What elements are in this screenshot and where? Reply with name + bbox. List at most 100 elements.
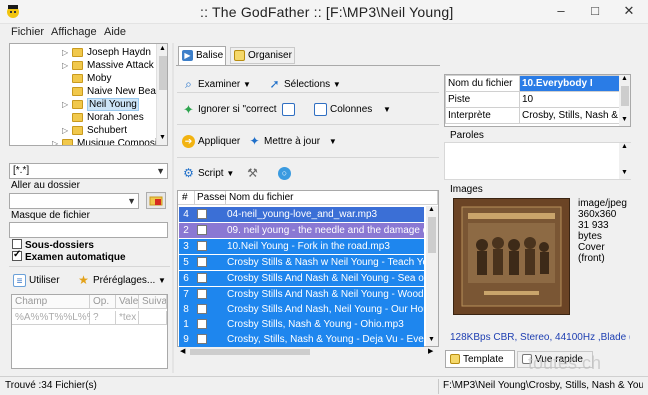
table-row[interactable]: 5 Crosby Stills & Nash w Neil Young - Tea… [179, 255, 424, 270]
table-row[interactable]: 4 04-neil_young-love_and_war.mp3 [179, 207, 424, 222]
scroll-thumb[interactable] [159, 56, 167, 90]
autoexam-checkbox[interactable] [12, 249, 22, 261]
skip-checkbox[interactable] [197, 225, 207, 235]
mask-input[interactable] [9, 222, 168, 238]
rules-cell[interactable]: *tex [116, 311, 139, 325]
presets-button[interactable]: ★ Préréglages... ▼ [77, 271, 166, 291]
columns-button[interactable]: Colonnes ▼ [314, 100, 391, 120]
rules-cell[interactable]: ? [90, 311, 116, 325]
column-header-name[interactable]: Nom du fichier [226, 191, 438, 205]
scroll-thumb[interactable] [428, 217, 436, 253]
document-icon: ≡ [13, 273, 26, 287]
lyrics-box[interactable]: ▲ ▼ [444, 142, 631, 180]
tree-item[interactable]: ▷ Schubert [62, 124, 127, 137]
filter-select[interactable]: [*.*] ▼ [9, 163, 168, 179]
skip-checkbox[interactable] [197, 257, 207, 267]
folder-tree[interactable]: ▷ Joseph Haydn ▷ Massive Attack Moby Naive… [9, 43, 168, 146]
scroll-down-icon[interactable]: ▼ [621, 116, 628, 123]
scroll-down-icon[interactable]: ▼ [159, 134, 166, 141]
tree-item[interactable]: Naive New Beate [72, 85, 164, 98]
browse-folder-button[interactable] [146, 192, 166, 209]
tag-value-filename[interactable]: 10.Everybody I [519, 75, 620, 92]
splitter[interactable] [172, 43, 174, 373]
autoexam-option[interactable]: Examen automatique [12, 249, 126, 263]
goto-input[interactable]: ▼ [9, 193, 139, 209]
tools-button[interactable]: ⚒ [246, 164, 262, 184]
tree-item[interactable]: ▷ Joseph Haydn [62, 46, 151, 59]
table-row[interactable]: 2 09. neil young - the needle and the dam… [179, 223, 424, 238]
dropdown-arrow-icon: ▼ [158, 276, 166, 285]
scroll-right-icon[interactable]: ▶ [428, 347, 433, 355]
lyrics-label: Paroles [450, 130, 484, 141]
mask-label: Masque de fichier [11, 210, 90, 221]
ignore-button[interactable]: ✦ Ignorer si "correct [182, 100, 277, 120]
rules-header-champ[interactable]: Champ [12, 295, 90, 309]
tree-item[interactable]: ▷ Massive Attack [62, 59, 154, 72]
lyrics-scrollbar[interactable]: ▲ ▼ [619, 143, 631, 179]
tree-item[interactable]: ▷ Musique Composition [52, 137, 167, 145]
rules-header-op[interactable]: Op. [90, 295, 116, 309]
menu-affichage[interactable]: Affichage [51, 26, 97, 38]
tag-scrollbar[interactable]: ▲ ▼ [619, 75, 630, 126]
maximize-button[interactable]: □ [578, 0, 612, 22]
scroll-left-icon[interactable]: ◀ [180, 347, 185, 355]
table-row[interactable]: 8 Crosby Stills And Nash, Neil Young - Ou… [179, 302, 424, 317]
expand-arrow-icon[interactable]: ▷ [62, 124, 72, 137]
expand-arrow-icon[interactable]: ▷ [62, 98, 72, 111]
column-header-num[interactable]: # [178, 191, 195, 205]
tree-scrollbar[interactable]: ▲ ▼ [156, 44, 167, 145]
tab-template[interactable]: Template [445, 350, 515, 368]
use-button[interactable]: ≡ Utiliser [13, 271, 60, 291]
menu-aide[interactable]: Aide [104, 26, 126, 38]
table-row[interactable]: 9 Crosby, Stills, Nash & Young - Deja Vu … [179, 332, 424, 347]
list-scrollbar[interactable]: ▲ ▼ [426, 206, 438, 346]
tree-item[interactable]: Norah Jones [72, 111, 144, 124]
apply-button[interactable]: ➔ Appliquer [182, 132, 240, 152]
tree-item[interactable]: Moby [72, 72, 111, 85]
table-row[interactable]: 6 Crosby Stills And Nash & Neil Young - S… [179, 271, 424, 286]
close-button[interactable]: ✕ [612, 0, 646, 22]
scroll-down-icon[interactable]: ▼ [428, 336, 435, 343]
tag-value-artist[interactable]: Crosby, Stills, Nash & [519, 107, 620, 124]
tag-value-track[interactable]: 10 [519, 91, 620, 108]
rules-cell[interactable]: %A%%T%%L%% [12, 311, 96, 325]
skip-checkbox[interactable] [197, 289, 207, 299]
script-button[interactable]: ⚙ Script ▼ [182, 164, 234, 184]
menu-fichier[interactable]: Fichier [11, 26, 44, 38]
column-header-passer[interactable]: Passer [195, 191, 228, 205]
skip-checkbox[interactable] [197, 334, 207, 344]
minimize-button[interactable]: – [544, 0, 578, 22]
tab-balise[interactable]: ▶ Balise [178, 46, 226, 65]
skip-checkbox[interactable] [197, 304, 207, 314]
rules-cell[interactable] [139, 311, 167, 325]
scroll-up-icon[interactable]: ▲ [428, 206, 435, 213]
scroll-up-icon[interactable]: ▲ [621, 143, 628, 150]
subfolders-checkbox[interactable] [12, 239, 22, 249]
rules-table[interactable]: Champ Op. Valeu Suivan %A%%T%%L%% ? *tex [11, 294, 168, 369]
skip-checkbox[interactable] [197, 241, 207, 251]
table-row[interactable]: 1 Crosby Stills, Nash & Young - Ohio.mp3 [179, 317, 424, 332]
scroll-up-icon[interactable]: ▲ [621, 75, 628, 82]
expand-arrow-icon[interactable]: ▷ [52, 137, 62, 145]
skip-checkbox[interactable] [197, 209, 207, 219]
hscroll-thumb[interactable] [190, 349, 310, 355]
tab-organiser[interactable]: Organiser [230, 47, 295, 64]
tree-item-selected[interactable]: ▷ Neil Young [62, 98, 139, 111]
scroll-up-icon[interactable]: ▲ [159, 45, 166, 52]
expand-arrow-icon[interactable]: ▷ [62, 59, 72, 72]
web-button[interactable]: ○ [278, 164, 294, 184]
album-cover[interactable] [453, 198, 570, 315]
table-row[interactable]: 7 Crosby Stills And Nash & Neil Young - W… [179, 287, 424, 302]
expand-arrow-icon[interactable]: ▷ [62, 46, 72, 59]
table-row[interactable]: 3 10.Neil Young - Fork in the road.mp3 [179, 239, 424, 254]
scroll-thumb[interactable] [621, 86, 629, 106]
list-hscrollbar[interactable]: ◀ ▶ [178, 347, 438, 357]
skip-checkbox[interactable] [197, 319, 207, 329]
subfolders-option[interactable]: Sous-dossiers [12, 239, 94, 251]
skip-checkbox[interactable] [197, 273, 207, 283]
rules-header-valeur[interactable]: Valeu [116, 295, 139, 309]
update-button[interactable]: ✦ Mettre à jour ▼ [248, 132, 336, 152]
scroll-down-icon[interactable]: ▼ [621, 169, 628, 176]
rules-header-suivant[interactable]: Suivan [139, 295, 167, 309]
view-button[interactable] [282, 100, 298, 120]
